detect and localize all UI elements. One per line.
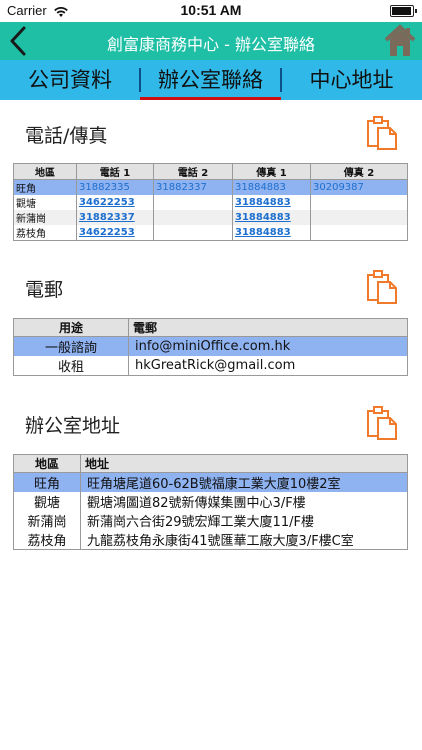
table-row[interactable]: 新蒲崗 新蒲崗六合街29號宏輝工業大廈11/F樓 (13, 511, 408, 530)
email-link[interactable]: hkGreatRick@gmail.com (128, 356, 408, 376)
header-purpose: 用途 (13, 318, 129, 337)
tab-bar: 公司資料 辦公室聯絡 中心地址 (0, 60, 422, 100)
phone-link[interactable]: 34622253 (79, 227, 135, 238)
nav-title: 創富康商務中心 - 辦公室聯絡 (107, 35, 315, 54)
email-table: 用途 電郵 一般諮詢 info@miniOffice.com.hk 收租 hkG… (13, 318, 408, 376)
empty-cell (153, 225, 233, 241)
copy-icon[interactable] (366, 270, 398, 304)
fax-link[interactable]: 31884883 (235, 212, 291, 223)
header-email: 電郵 (128, 318, 408, 337)
table-row[interactable]: 旺角 旺角塘尾道60-62B號福康工業大廈10樓2室 (13, 472, 408, 492)
area-cell: 觀塘 (13, 195, 77, 210)
phone-link[interactable]: 31882337 (79, 212, 135, 223)
phone-link[interactable]: 31882335 (79, 182, 130, 193)
table-row[interactable]: 觀塘 34622253 31884883 (13, 195, 408, 210)
purpose-cell: 一般諮詢 (13, 336, 129, 356)
address-cell[interactable]: 觀塘鴻圖道82號新傳媒集團中心3/F樓 (80, 492, 408, 511)
battery-icon (390, 5, 417, 17)
empty-cell (153, 210, 233, 225)
clock: 10:51 AM (180, 2, 242, 18)
purpose-cell: 收租 (13, 356, 129, 376)
phone-link[interactable]: 31882337 (156, 182, 207, 193)
table-row[interactable]: 觀塘 觀塘鴻圖道82號新傳媒集團中心3/F樓 (13, 492, 408, 511)
address-title: 辦公室地址 (25, 415, 121, 437)
copy-icon[interactable] (366, 406, 398, 440)
address-cell[interactable]: 旺角塘尾道60-62B號福康工業大廈10樓2室 (80, 472, 408, 492)
area-cell: 旺角 (13, 472, 81, 492)
address-cell[interactable]: 九龍荔枝角永康街41號匯華工廠大廈3/F樓C室 (80, 530, 408, 550)
header-fax-1: 傳真 1 (232, 163, 311, 180)
table-header-row: 用途 電郵 (13, 318, 408, 337)
nav-bar: 創富康商務中心 - 辦公室聯絡 (0, 22, 422, 60)
header-address: 地址 (80, 454, 408, 473)
tab-company-info[interactable]: 公司資料 (0, 60, 140, 100)
header-phone-1: 電話 1 (76, 163, 154, 180)
area-cell: 旺角 (13, 179, 77, 195)
area-cell: 新蒲崗 (13, 511, 81, 530)
fax-link[interactable]: 31884883 (235, 182, 286, 193)
fax-link[interactable]: 31884883 (235, 227, 291, 238)
tab-center-address[interactable]: 中心地址 (281, 60, 422, 100)
fax-link[interactable]: 30209387 (313, 182, 364, 193)
tab-office-contact[interactable]: 辦公室聯絡 (140, 60, 281, 100)
home-icon[interactable] (384, 24, 416, 58)
area-cell: 荔枝角 (13, 225, 77, 241)
empty-cell (153, 195, 233, 210)
copy-icon[interactable] (366, 116, 398, 150)
table-row[interactable]: 旺角 31882335 31882337 31884883 30209387 (13, 179, 408, 195)
fax-link[interactable]: 31884883 (235, 197, 291, 208)
area-cell: 荔枝角 (13, 530, 81, 550)
table-header-row: 地區 電話 1 電話 2 傳真 1 傳真 2 (13, 163, 408, 180)
table-row[interactable]: 荔枝角 九龍荔枝角永康街41號匯華工廠大廈3/F樓C室 (13, 530, 408, 550)
area-cell: 觀塘 (13, 492, 81, 511)
address-table: 地區 地址 旺角 旺角塘尾道60-62B號福康工業大廈10樓2室 觀塘 觀塘鴻圖… (13, 454, 408, 550)
phone-fax-title: 電話/傳真 (25, 125, 108, 147)
table-row[interactable]: 荔枝角 34622253 31884883 (13, 225, 408, 241)
phone-link[interactable]: 34622253 (79, 197, 135, 208)
header-fax-2: 傳真 2 (310, 163, 408, 180)
active-tab-indicator (140, 97, 281, 100)
phone-fax-table: 地區 電話 1 電話 2 傳真 1 傳真 2 旺角 31882335 31882… (13, 163, 408, 241)
email-title: 電郵 (25, 279, 64, 301)
address-cell[interactable]: 新蒲崗六合街29號宏輝工業大廈11/F樓 (80, 511, 408, 530)
header-area: 地區 (13, 163, 77, 180)
header-phone-2: 電話 2 (153, 163, 233, 180)
empty-cell (310, 225, 408, 241)
email-link[interactable]: info@miniOffice.com.hk (128, 336, 408, 356)
empty-cell (310, 195, 408, 210)
area-cell: 新蒲崗 (13, 210, 77, 225)
table-row[interactable]: 一般諮詢 info@miniOffice.com.hk (13, 336, 408, 356)
table-row[interactable]: 新蒲崗 31882337 31884883 (13, 210, 408, 225)
header-area: 地區 (13, 454, 81, 473)
table-header-row: 地區 地址 (13, 454, 408, 473)
empty-cell (310, 210, 408, 225)
status-bar: Carrier 10:51 AM (0, 0, 422, 22)
table-row[interactable]: 收租 hkGreatRick@gmail.com (13, 356, 408, 376)
